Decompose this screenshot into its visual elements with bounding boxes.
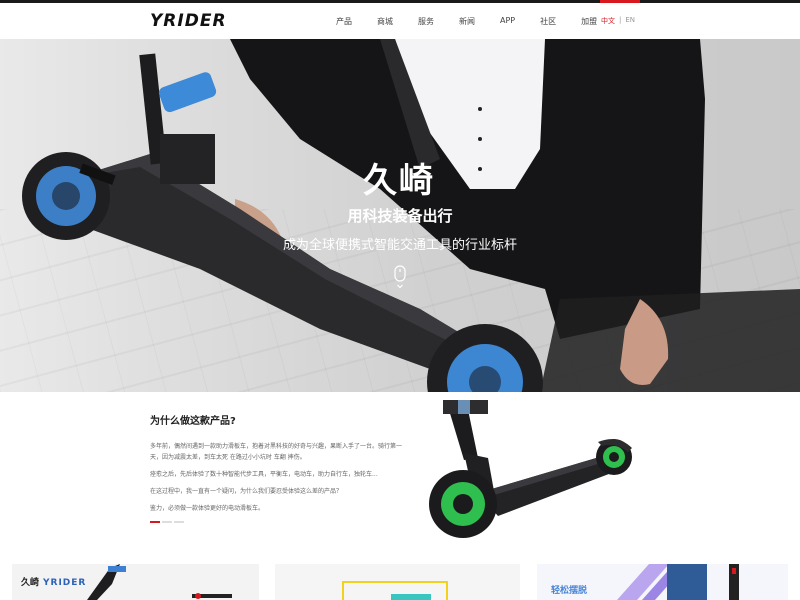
hero-banner: 久崎 用科技装备出行 成为全球便携式智能交通工具的行业标杆 [0, 39, 800, 392]
nav-item-app[interactable]: APP [500, 16, 515, 27]
hero-subtitle: 成为全球便携式智能交通工具的行业标杆 [282, 238, 517, 253]
nav-item-community[interactable]: 社区 [540, 16, 556, 27]
purple-stripes-graphic [617, 564, 739, 600]
story-paragraph: 痊愈之后，先后体验了数十种智能代步工具，平衡车，电动车，助力自行车，独轮车... [150, 471, 378, 478]
nav-item-products[interactable]: 产品 [336, 16, 352, 27]
product-card-3[interactable]: 轻松摆脱 [537, 564, 788, 600]
slide-dot-2[interactable] [162, 521, 172, 523]
nav-item-store[interactable]: 商城 [377, 16, 393, 27]
site-header: YRIDER 产品 商城 服务 新闻 APP 社区 加盟 中文 | EN [0, 3, 800, 39]
lang-en-link[interactable]: EN [625, 16, 635, 26]
product-card-1[interactable]: 久崎 YRIDER [12, 564, 259, 600]
story-text: 多年前，偶然间遇到一款助力滑板车，抱着对黑科技的好奇与兴趣，果断入手了一台。骑行… [150, 441, 412, 520]
product-card-2[interactable] [275, 564, 520, 600]
story-paragraph: 在这过程中，我一直有一个疑问，为什么我们要忍受体验这么差的产品？ [150, 488, 343, 495]
slide-dot-1[interactable] [150, 521, 160, 523]
story-paragraph: 鉴力，必须做一款体验更好的电动滑板车。 [150, 505, 265, 512]
lang-separator: | [619, 16, 622, 24]
main-nav: 产品 商城 服务 新闻 APP 社区 加盟 [336, 16, 622, 27]
language-switcher: 中文 | EN [601, 16, 635, 26]
yellow-frame-graphic [342, 581, 448, 600]
scooter-product-image [429, 400, 632, 538]
hero-brand-name: 久崎 [363, 161, 435, 201]
nav-item-service[interactable]: 服务 [418, 16, 434, 27]
slide-dot-3[interactable] [174, 521, 184, 523]
brand-logo[interactable]: YRIDER [150, 11, 227, 31]
nav-item-franchise[interactable]: 加盟 [581, 16, 597, 27]
story-paragraph: 多年前，偶然间遇到一款助力滑板车，抱着对黑科技的好奇与兴趣，果断入手了一台。骑行… [150, 443, 403, 461]
hero-text-overlay: 久崎 用科技装备出行 成为全球便携式智能交通工具的行业标杆 [0, 39, 800, 392]
folded-scooter-thumbnail [87, 564, 232, 600]
hero-slogan: 用科技装备出行 [347, 207, 453, 225]
mouse-scroll-icon[interactable] [392, 265, 408, 291]
nav-item-news[interactable]: 新闻 [459, 16, 475, 27]
slide-indicator [150, 521, 184, 523]
section-title: 为什么做这款产品? [150, 416, 236, 427]
lang-cn-link[interactable]: 中文 [601, 16, 615, 26]
